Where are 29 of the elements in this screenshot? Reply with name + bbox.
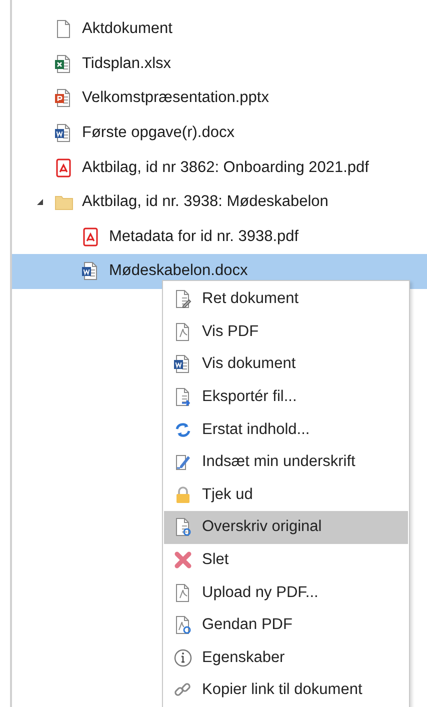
- edit-document-icon: [173, 289, 193, 310]
- menu-item[interactable]: Gendan PDF: [164, 608, 408, 642]
- tree-item[interactable]: Metadata for id nr. 3938.pdf: [12, 220, 427, 254]
- tree-item[interactable]: Aktdokument: [12, 12, 427, 47]
- menu-item[interactable]: Indsæt min underskrift: [164, 446, 408, 479]
- tree-item[interactable]: Velkomstpræsentation.pptx: [12, 81, 427, 116]
- pdf-file-icon: [54, 158, 74, 178]
- menu-item[interactable]: Overskriv original: [164, 511, 408, 544]
- pdf-sync-icon: [173, 615, 193, 636]
- pdf-file-icon: [81, 226, 101, 247]
- menu-item[interactable]: Tjek ud: [164, 478, 408, 512]
- tree-item[interactable]: Første opgave(r).docx: [12, 116, 427, 150]
- menu-item[interactable]: Eksportér fil...: [164, 380, 408, 414]
- menu-item[interactable]: Upload ny PDF...: [164, 576, 408, 609]
- menu-item[interactable]: Kopier link til dokument: [164, 674, 408, 707]
- delete-icon: [173, 550, 193, 570]
- menu-item[interactable]: Vis dokument: [164, 348, 408, 381]
- tree-item[interactable]: Aktbilag, id nr. 3938: Mødeskabelon: [12, 184, 427, 220]
- tree-item[interactable]: Aktbilag, id nr 3862: Onboarding 2021.pdf: [12, 150, 427, 185]
- info-icon: [173, 648, 193, 668]
- menu-item[interactable]: Slet: [164, 544, 408, 576]
- export-file-icon: [173, 387, 193, 408]
- tree-item[interactable]: Tidsplan.xlsx: [12, 46, 427, 82]
- signature-icon: [173, 452, 193, 472]
- menu-item[interactable]: Erstat indhold...: [164, 413, 408, 446]
- expanded-arrow-icon[interactable]: [36, 198, 44, 206]
- document-sync-icon: [173, 517, 193, 538]
- menu-item[interactable]: Egenskaber: [164, 642, 408, 674]
- menu-item[interactable]: Vis PDF: [164, 316, 408, 348]
